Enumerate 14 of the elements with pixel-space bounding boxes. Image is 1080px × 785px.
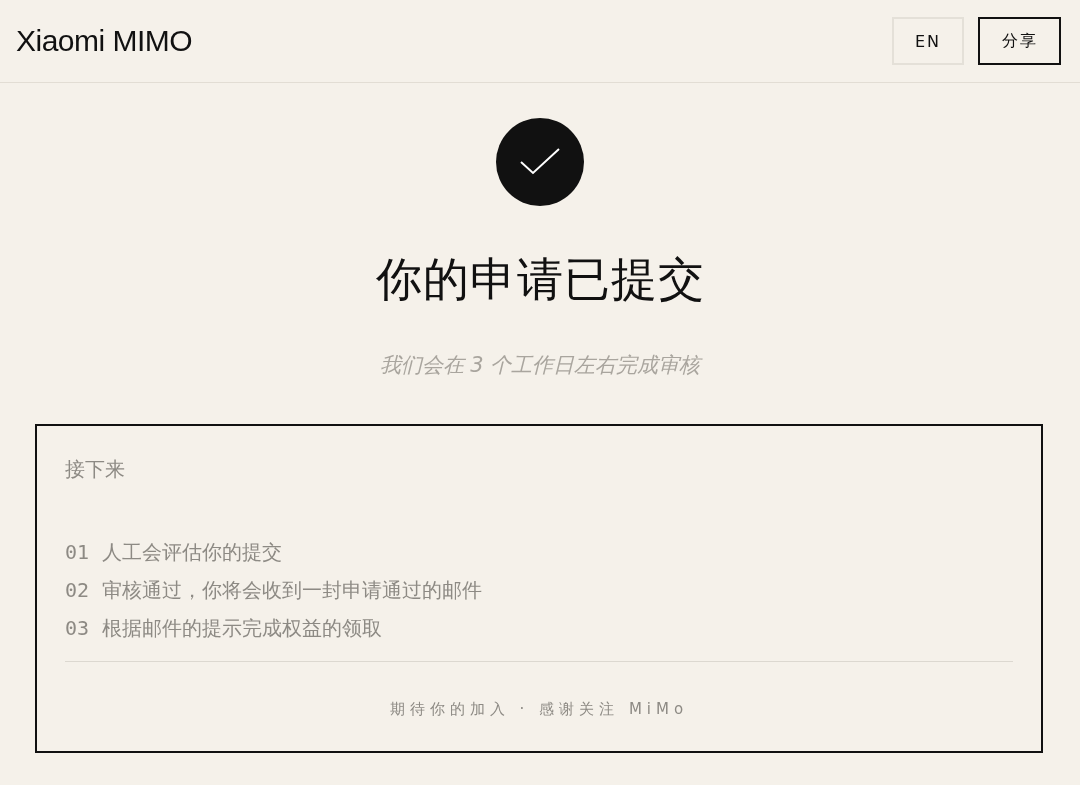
- step-number: 01: [65, 539, 90, 567]
- step-number: 02: [65, 577, 90, 605]
- logo: Xiaomi MIMO: [16, 24, 193, 58]
- footer-text: 期待你的加入 · 感谢关注 MiMo: [388, 700, 690, 720]
- step-text: 审核通过，你将会收到一封申请通过的邮件: [102, 577, 483, 605]
- status-subtitle: 我们会在 3 个工作日左右完成审核: [379, 352, 701, 380]
- check-icon: [496, 118, 584, 206]
- language-button[interactable]: EN: [892, 17, 964, 65]
- share-button[interactable]: 分享: [978, 17, 1061, 65]
- step-text: 人工会评估你的提交: [102, 539, 283, 567]
- step-number: 03: [65, 615, 90, 643]
- card-heading: 接下来: [65, 456, 126, 484]
- step-text: 根据邮件的提示完成权益的领取: [102, 615, 383, 643]
- status-title: 你的申请已提交: [375, 252, 705, 308]
